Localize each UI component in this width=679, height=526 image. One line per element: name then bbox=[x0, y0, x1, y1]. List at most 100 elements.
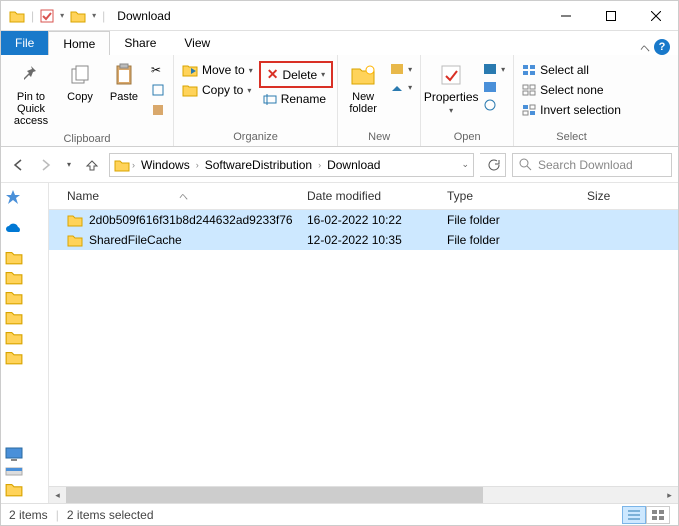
column-headers[interactable]: Name ヘ Date modified Type Size bbox=[49, 183, 678, 210]
chevron-right-icon[interactable]: › bbox=[318, 160, 321, 170]
folder-icon bbox=[9, 9, 25, 23]
move-icon bbox=[182, 63, 198, 77]
copy-to-button[interactable]: Copy to▾ bbox=[178, 81, 257, 99]
icons-view-button[interactable] bbox=[646, 506, 670, 524]
drive-icon[interactable] bbox=[5, 465, 44, 477]
folder-icon bbox=[114, 158, 130, 172]
collapse-ribbon-icon[interactable]: ヘ bbox=[640, 40, 650, 55]
properties-button[interactable]: Properties▾ bbox=[425, 57, 477, 120]
tab-file[interactable]: File bbox=[1, 31, 48, 55]
tab-share[interactable]: Share bbox=[110, 31, 170, 55]
content-area: Name ヘ Date modified Type Size 2d0b509f61… bbox=[1, 183, 678, 503]
status-selected-count: 2 items selected bbox=[67, 508, 154, 522]
paste-shortcut-button[interactable] bbox=[147, 101, 169, 119]
minimize-button[interactable] bbox=[543, 1, 588, 30]
help-icon[interactable]: ? bbox=[654, 39, 670, 55]
address-bar[interactable]: › Windows › SoftwareDistribution › Downl… bbox=[109, 153, 474, 177]
new-folder-icon bbox=[349, 61, 377, 89]
onedrive-icon[interactable] bbox=[5, 223, 44, 235]
horizontal-scrollbar[interactable]: ◂ ▸ bbox=[49, 486, 678, 503]
invert-selection-button[interactable]: Invert selection bbox=[518, 101, 625, 119]
copy-path-button[interactable] bbox=[147, 81, 169, 99]
new-item-button[interactable]: ▾ bbox=[386, 61, 416, 77]
table-row[interactable]: SharedFileCache 12-02-2022 10:35 File fo… bbox=[49, 230, 678, 250]
open-button[interactable]: ▾ bbox=[479, 61, 509, 77]
up-button[interactable] bbox=[81, 156, 103, 174]
pin-to-quick-access-button[interactable]: Pin to Quick access bbox=[5, 57, 57, 131]
pin-icon bbox=[17, 61, 45, 89]
properties-icon bbox=[437, 61, 465, 89]
column-name[interactable]: Name bbox=[67, 189, 99, 203]
close-button[interactable] bbox=[633, 1, 678, 30]
rename-button[interactable]: Rename bbox=[259, 90, 333, 108]
qat-separator: | bbox=[31, 9, 34, 23]
select-none-button[interactable]: Select none bbox=[518, 81, 625, 99]
copy-icon bbox=[66, 61, 94, 89]
status-item-count: 2 items bbox=[9, 508, 48, 522]
qat-dropdown[interactable]: ▾ bbox=[92, 11, 96, 20]
title-bar: | ▾ ▾ | Download bbox=[1, 1, 678, 31]
qat-separator: | bbox=[102, 9, 105, 23]
this-pc-icon[interactable] bbox=[5, 447, 44, 461]
move-to-button[interactable]: Move to▾ bbox=[178, 61, 257, 79]
scroll-left-icon[interactable]: ◂ bbox=[49, 487, 66, 504]
tree-folder-icon[interactable] bbox=[5, 309, 44, 325]
navigation-bar: ▾ › Windows › SoftwareDistribution › Dow… bbox=[1, 147, 678, 183]
recent-dropdown[interactable]: ▾ bbox=[63, 158, 75, 171]
address-dropdown[interactable]: ⌄ bbox=[461, 159, 469, 170]
delete-icon: ✕ bbox=[267, 66, 279, 83]
window-title: Download bbox=[113, 9, 170, 23]
search-input[interactable]: Search Download bbox=[512, 153, 672, 177]
group-select: Select all Select none Invert selection … bbox=[514, 55, 629, 146]
group-organize: Move to▾ Copy to▾ ✕ Delete▾ Rename Organ… bbox=[174, 55, 338, 146]
edit-button[interactable] bbox=[479, 79, 509, 95]
breadcrumb-segment[interactable]: Download bbox=[323, 158, 384, 172]
tree-folder-icon[interactable] bbox=[5, 349, 44, 365]
cut-button[interactable]: ✂ bbox=[147, 61, 169, 79]
column-date[interactable]: Date modified bbox=[307, 189, 447, 203]
status-bar: 2 items | 2 items selected bbox=[1, 503, 678, 525]
refresh-button[interactable] bbox=[480, 153, 506, 177]
tree-folder-icon[interactable] bbox=[5, 269, 44, 285]
paste-button[interactable]: Paste bbox=[103, 57, 145, 107]
navigation-pane[interactable] bbox=[1, 183, 49, 503]
forward-button[interactable] bbox=[35, 156, 57, 174]
back-button[interactable] bbox=[7, 156, 29, 174]
tree-folder-icon[interactable] bbox=[5, 481, 44, 497]
tree-folder-icon[interactable] bbox=[5, 329, 44, 345]
breadcrumb-segment[interactable]: SoftwareDistribution bbox=[201, 158, 316, 172]
new-folder-button[interactable]: New folder bbox=[342, 57, 384, 119]
select-all-button[interactable]: Select all bbox=[518, 61, 625, 79]
maximize-button[interactable] bbox=[588, 1, 633, 30]
scroll-right-icon[interactable]: ▸ bbox=[661, 487, 678, 504]
paste-icon bbox=[110, 61, 138, 89]
group-open: Properties▾ ▾ Open bbox=[421, 55, 514, 146]
details-view-button[interactable] bbox=[622, 506, 646, 524]
table-row[interactable]: 2d0b509f616f31b8d244632ad9233f76 16-02-2… bbox=[49, 210, 678, 230]
tree-folder-icon[interactable] bbox=[5, 249, 44, 265]
delete-button[interactable]: ✕ Delete▾ bbox=[259, 61, 333, 88]
qat-dropdown[interactable]: ▾ bbox=[60, 11, 64, 20]
column-size[interactable]: Size bbox=[587, 189, 678, 203]
checkbox-icon[interactable] bbox=[40, 9, 54, 23]
group-clipboard: Pin to Quick access Copy Paste ✂ Clipboa… bbox=[1, 55, 174, 146]
scroll-thumb[interactable] bbox=[66, 487, 483, 504]
file-list: Name ヘ Date modified Type Size 2d0b509f61… bbox=[49, 183, 678, 503]
rename-icon bbox=[263, 92, 277, 106]
sort-indicator-icon: ヘ bbox=[179, 190, 188, 203]
history-button[interactable] bbox=[479, 97, 509, 113]
column-type[interactable]: Type bbox=[447, 189, 587, 203]
quick-access-icon[interactable] bbox=[5, 189, 44, 205]
breadcrumb-segment[interactable]: Windows bbox=[137, 158, 194, 172]
tab-view[interactable]: View bbox=[170, 31, 224, 55]
easy-access-button[interactable]: ▾ bbox=[386, 79, 416, 95]
group-new: New folder ▾ ▾ New bbox=[338, 55, 421, 146]
scissors-icon: ✂ bbox=[151, 63, 161, 77]
search-icon bbox=[519, 158, 532, 171]
copy-button[interactable]: Copy bbox=[59, 57, 101, 107]
tree-folder-icon[interactable] bbox=[5, 289, 44, 305]
chevron-right-icon[interactable]: › bbox=[196, 160, 199, 170]
tab-home[interactable]: Home bbox=[48, 31, 110, 55]
empty-area[interactable] bbox=[49, 250, 678, 486]
chevron-right-icon[interactable]: › bbox=[132, 160, 135, 170]
